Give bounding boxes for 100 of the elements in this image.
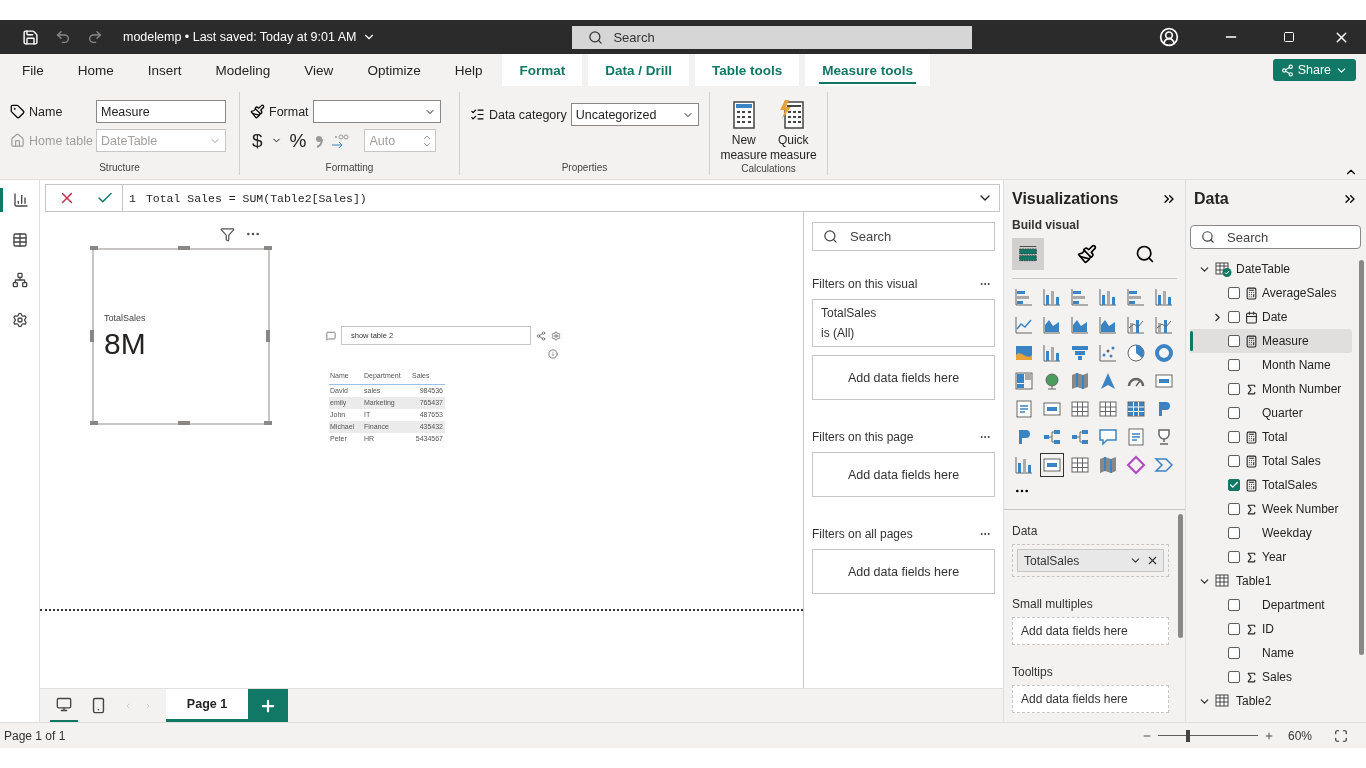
percent-button[interactable]: %	[287, 129, 309, 152]
field-row[interactable]: Measure	[1190, 329, 1352, 353]
card-value: 8M	[104, 326, 147, 361]
redo-icon[interactable]	[87, 29, 103, 45]
new-measure-button[interactable]: New measure	[720, 100, 768, 163]
undo-icon[interactable]	[55, 29, 71, 45]
checkbox[interactable]	[1228, 407, 1240, 419]
field-row[interactable]: Month Name	[1190, 353, 1352, 377]
checkbox[interactable]	[1228, 503, 1240, 515]
resize-handle[interactable]	[178, 421, 190, 425]
checkbox[interactable]	[1228, 527, 1240, 539]
currency-button[interactable]: $	[250, 129, 265, 152]
field-row[interactable]: Department	[1190, 593, 1352, 617]
checkbox[interactable]	[1228, 311, 1240, 323]
field-row[interactable]: Date	[1190, 305, 1352, 329]
maximize-icon[interactable]	[1283, 31, 1295, 43]
search-field[interactable]: Search	[1190, 225, 1361, 249]
field-row[interactable]: Weekday	[1190, 521, 1352, 545]
field-row[interactable]: TotalSales	[1190, 473, 1352, 497]
filter-card[interactable]: TotalSales is (All)	[812, 299, 995, 347]
share-button[interactable]: Share	[1272, 59, 1356, 81]
share-icon[interactable]	[536, 330, 546, 341]
checkbox[interactable]	[1228, 623, 1240, 635]
checkbox[interactable]	[1228, 599, 1240, 611]
field-row[interactable]: AverageSales	[1190, 281, 1352, 305]
checkbox[interactable]	[1228, 359, 1240, 371]
checkbox[interactable]	[1228, 551, 1240, 563]
ribbon-tab[interactable]: File	[8, 54, 58, 86]
formula-text[interactable]: Total Sales = SUM(Table2[Sales])	[145, 191, 367, 205]
checkbox[interactable]	[1228, 287, 1240, 299]
resize-handle[interactable]	[90, 330, 94, 342]
build-visual-tab[interactable]	[1012, 238, 1044, 270]
table-node[interactable]: Table2	[1190, 689, 1352, 713]
drop-zone[interactable]: Add data fields here	[1012, 685, 1169, 713]
zoom-in-icon[interactable]	[1263, 730, 1274, 741]
resize-handle[interactable]	[266, 330, 270, 342]
name-field[interactable]: Measure	[96, 100, 226, 123]
field-row[interactable]: Sales	[1190, 665, 1352, 689]
map-icon	[1070, 371, 1090, 391]
drop-zone[interactable]: Add data fields here	[1012, 617, 1169, 645]
table-node[interactable]: DateTable	[1190, 257, 1352, 281]
slider-thumb[interactable]	[1185, 729, 1190, 742]
fit-to-page-icon[interactable]	[1334, 728, 1348, 743]
search-icon	[823, 229, 838, 244]
field-row[interactable]: ID	[1190, 617, 1352, 641]
checkbox[interactable]	[1228, 671, 1240, 683]
visual-type-button[interactable]	[1040, 453, 1064, 477]
page-tab[interactable]: Page 1	[166, 689, 248, 722]
checkbox[interactable]	[1228, 335, 1240, 347]
card-visual[interactable]: TotalSales 8M	[92, 248, 270, 425]
resize-handle[interactable]	[264, 421, 272, 425]
field-row[interactable]: Total	[1190, 425, 1352, 449]
field-row[interactable]: Week Number	[1190, 497, 1352, 521]
account-icon[interactable]	[1159, 27, 1179, 47]
ribbon-tab[interactable]: View	[290, 54, 348, 86]
resize-handle[interactable]	[90, 246, 98, 250]
file-status: modelemp • Last saved: Today at 9:01 AM	[123, 30, 357, 44]
ribbon-tab[interactable]: Modeling	[201, 54, 285, 86]
resize-handle[interactable]	[90, 421, 98, 425]
quick-measure-button[interactable]: Quick measure	[769, 100, 817, 163]
field-row[interactable]: Month Number	[1190, 377, 1352, 401]
checkbox[interactable]	[1228, 479, 1240, 491]
format-dropdown[interactable]	[312, 100, 441, 123]
remove-icon[interactable]	[1146, 554, 1159, 567]
search-field[interactable]: Search	[812, 222, 995, 251]
checkbox[interactable]	[1228, 431, 1240, 443]
field-row[interactable]: Quarter	[1190, 401, 1352, 425]
table-node[interactable]: Table1	[1190, 569, 1352, 593]
drop-zone[interactable]: Add data fields here	[812, 355, 995, 400]
checkbox[interactable]	[1228, 455, 1240, 467]
ribbon-tab[interactable]: Measure tools	[805, 54, 930, 86]
ribbon-tab[interactable]: Format	[502, 54, 583, 86]
field-chip[interactable]: TotalSales	[1017, 549, 1164, 572]
settings-icon[interactable]	[551, 330, 561, 341]
page-info: Page 1 of 1	[4, 728, 66, 743]
checkbox[interactable]	[1228, 647, 1240, 659]
diamond-icon	[1126, 455, 1146, 475]
checkbox[interactable]	[1228, 383, 1240, 395]
ribbon-tab[interactable]: Home	[63, 54, 128, 86]
treemap-icon	[1014, 371, 1034, 391]
info-icon[interactable]	[548, 349, 558, 359]
drop-zone[interactable]: Add data fields here	[812, 549, 995, 594]
resize-handle[interactable]	[264, 246, 272, 250]
save-icon[interactable]	[22, 28, 39, 46]
drop-zone[interactable]: Add data fields here	[812, 452, 995, 497]
search-field[interactable]: Search	[572, 25, 973, 49]
ribbon-tab[interactable]: Insert	[133, 54, 196, 86]
ribbon-tab[interactable]: Help	[440, 54, 497, 86]
add-page-button[interactable]	[248, 689, 288, 722]
ribbon-tab[interactable]: Table tools	[694, 54, 800, 86]
field-row[interactable]: Year	[1190, 545, 1352, 569]
data-category-dropdown[interactable]: Uncategorized	[570, 103, 699, 126]
resize-handle[interactable]	[178, 246, 190, 250]
filter-icon[interactable]	[220, 226, 235, 242]
ribbon-tab[interactable]: Optimize	[353, 54, 435, 86]
tag-icon	[10, 104, 25, 119]
ribbon-tab[interactable]: Data / Drill	[588, 54, 689, 86]
field-row[interactable]: Name	[1190, 641, 1352, 665]
field-row[interactable]: Total Sales	[1190, 449, 1352, 473]
group-title: Formatting	[324, 162, 375, 175]
